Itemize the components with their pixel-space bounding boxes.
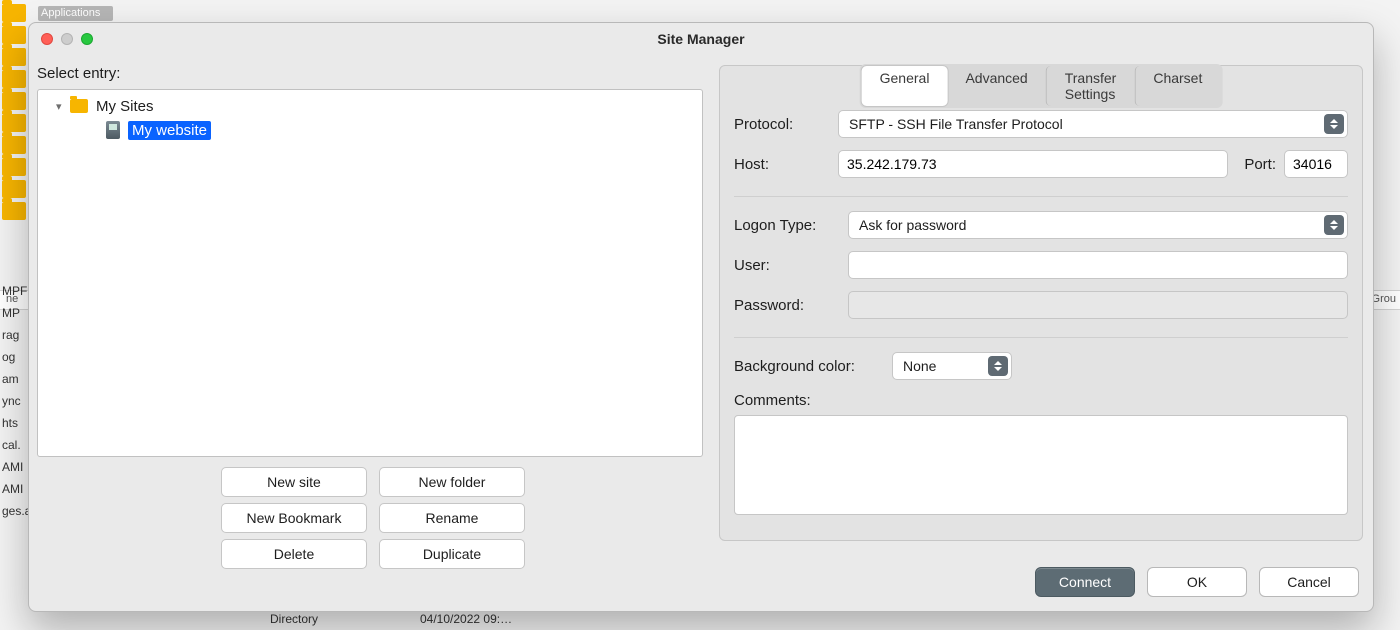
tab-advanced[interactable]: Advanced bbox=[947, 66, 1045, 106]
updown-icon bbox=[988, 356, 1008, 376]
tree-site-item[interactable]: My website bbox=[44, 118, 696, 142]
comments-label: Comments: bbox=[734, 392, 884, 409]
tab-general[interactable]: General bbox=[862, 66, 948, 106]
tree-root[interactable]: ▾ My Sites bbox=[44, 94, 696, 118]
password-label: Password: bbox=[734, 297, 840, 314]
titlebar[interactable]: Site Manager bbox=[29, 23, 1373, 55]
site-manager-window: Site Manager Select entry: ▾ My Sites My… bbox=[28, 22, 1374, 612]
select-entry-label: Select entry: bbox=[37, 65, 120, 82]
finder-header-group: Grou bbox=[1372, 293, 1396, 305]
host-input[interactable] bbox=[838, 150, 1228, 178]
logon-type-label: Logon Type: bbox=[734, 217, 840, 234]
protocol-value: SFTP - SSH File Transfer Protocol bbox=[849, 116, 1063, 132]
password-input bbox=[848, 291, 1348, 319]
finder-row-kind: Directory bbox=[270, 612, 318, 626]
site-tree[interactable]: ▾ My Sites My website bbox=[37, 89, 703, 457]
delete-button[interactable]: Delete bbox=[221, 539, 367, 569]
chevron-down-icon[interactable]: ▾ bbox=[56, 100, 66, 113]
divider bbox=[734, 196, 1348, 197]
new-site-button[interactable]: New site bbox=[221, 467, 367, 497]
new-folder-button[interactable]: New folder bbox=[379, 467, 525, 497]
connect-button[interactable]: Connect bbox=[1035, 567, 1135, 597]
protocol-select[interactable]: SFTP - SSH File Transfer Protocol bbox=[838, 110, 1348, 138]
applications-folder-label: Applications bbox=[38, 6, 113, 21]
tree-site-label: My website bbox=[128, 121, 211, 140]
logon-type-select[interactable]: Ask for password bbox=[848, 211, 1348, 239]
finder-partial-list: MPF MP rag og am ync hts cal. AMI AMI ge… bbox=[0, 280, 30, 522]
divider bbox=[734, 337, 1348, 338]
port-label: Port: bbox=[1244, 156, 1276, 173]
zoom-icon[interactable] bbox=[81, 33, 93, 45]
server-icon bbox=[106, 121, 120, 139]
close-icon[interactable] bbox=[41, 33, 53, 45]
cancel-button[interactable]: Cancel bbox=[1259, 567, 1359, 597]
rename-button[interactable]: Rename bbox=[379, 503, 525, 533]
tab-transfer-settings[interactable]: Transfer Settings bbox=[1046, 66, 1135, 106]
bgcolor-label: Background color: bbox=[734, 358, 884, 375]
bgcolor-value: None bbox=[903, 358, 936, 374]
new-bookmark-button[interactable]: New Bookmark bbox=[221, 503, 367, 533]
port-input[interactable] bbox=[1284, 150, 1348, 178]
dialog-actions: Connect OK Cancel bbox=[1035, 567, 1359, 597]
protocol-label: Protocol: bbox=[734, 116, 830, 133]
tab-charset[interactable]: Charset bbox=[1134, 66, 1220, 106]
minimize-icon[interactable] bbox=[61, 33, 73, 45]
folder-icon bbox=[70, 99, 88, 113]
tree-button-grid: New site New folder New Bookmark Rename … bbox=[221, 467, 525, 569]
ok-button[interactable]: OK bbox=[1147, 567, 1247, 597]
traffic-lights bbox=[41, 33, 93, 45]
duplicate-button[interactable]: Duplicate bbox=[379, 539, 525, 569]
settings-panel: General Advanced Transfer Settings Chars… bbox=[719, 65, 1363, 541]
user-input[interactable] bbox=[848, 251, 1348, 279]
comments-textarea[interactable] bbox=[734, 415, 1348, 515]
host-label: Host: bbox=[734, 156, 830, 173]
logon-type-value: Ask for password bbox=[859, 217, 966, 233]
updown-icon bbox=[1324, 114, 1344, 134]
tree-root-label: My Sites bbox=[96, 98, 154, 115]
finder-row-date: 04/10/2022 09:… bbox=[420, 612, 512, 626]
updown-icon bbox=[1324, 215, 1344, 235]
bgcolor-select[interactable]: None bbox=[892, 352, 1012, 380]
user-label: User: bbox=[734, 257, 840, 274]
tab-strip: General Advanced Transfer Settings Chars… bbox=[860, 64, 1223, 108]
window-title: Site Manager bbox=[29, 31, 1373, 47]
